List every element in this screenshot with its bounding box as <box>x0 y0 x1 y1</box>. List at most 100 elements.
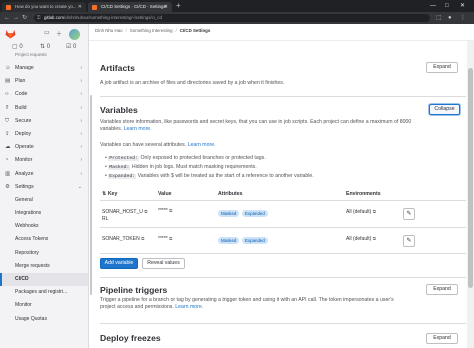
sidebar-subitem-usage-quotas[interactable]: Usage Quotas <box>0 313 88 326</box>
column-header-attributes: Attributes <box>218 191 243 197</box>
url-input[interactable]: ⚿ gitlab.com/dinhnhuhao/something-intere… <box>34 14 430 22</box>
sidebar-subitem-repository[interactable]: Repository <box>0 247 88 260</box>
attribute-text: Variables with $ will be treated as the … <box>137 173 314 179</box>
users-icon: ☺ <box>5 65 11 71</box>
merge-requests-icon[interactable]: ⇅ 0 <box>40 43 50 50</box>
variables-title: Variables <box>100 105 138 115</box>
sidebar-subitem-packages[interactable]: Packages and registri... <box>0 286 88 299</box>
variables-collapse-button[interactable]: Collapse <box>429 104 460 115</box>
sidebar-item-partial[interactable]: Project requests <box>15 52 47 57</box>
chevron-right-icon: › <box>80 144 82 151</box>
sidebar-subitem-access-tokens[interactable]: Access Tokens <box>0 233 88 246</box>
gitlab-logo-icon[interactable] <box>5 29 16 39</box>
sidebar-item-build[interactable]: ⇑ Build › <box>0 102 88 115</box>
sidebar-item-label: Code <box>15 91 28 98</box>
breadcrumb-item[interactable]: Dinh Nhu Hao <box>95 28 123 33</box>
minimize-icon[interactable]: — <box>430 0 436 12</box>
chevron-right-icon: › <box>80 104 82 111</box>
sidebar-toggle-icon[interactable]: ▭ <box>44 29 50 36</box>
add-variable-button[interactable]: Add variable <box>100 258 138 269</box>
learn-more-link[interactable]: Learn more. <box>124 126 152 132</box>
sidebar-subitem-integrations[interactable]: Integrations <box>0 207 88 220</box>
list-item: • Masked: Hidden in job logs. Must match… <box>105 164 257 170</box>
masked-badge: Masked <box>218 237 240 244</box>
copy-icon[interactable]: ⧉ <box>169 236 172 241</box>
sidebar-item-secure[interactable]: ⛉ Secure › <box>0 115 88 128</box>
sidebar-item-operate[interactable]: ☁ Operate › <box>0 141 88 154</box>
menu-icon[interactable]: ⋮ <box>460 12 466 24</box>
list-item: • Expanded: Variables with $ will be tre… <box>105 173 314 179</box>
sidebar-subitem-general[interactable]: General <box>0 194 88 207</box>
sidebar-item-label: Monitor <box>15 157 33 164</box>
edit-variable-button[interactable]: ✎ <box>403 208 415 220</box>
browser-tab-bar: How do you want to create yo... ✕ CI/CD … <box>0 0 474 12</box>
sidebar-item-deploy[interactable]: ⇪ Deploy › <box>0 128 88 141</box>
chevron-right-icon: › <box>80 170 82 177</box>
avatar[interactable] <box>69 29 80 40</box>
extensions-icon[interactable]: ⬚ <box>436 12 442 24</box>
copy-icon[interactable]: ⧉ <box>141 236 144 241</box>
browser-tab[interactable]: How do you want to create yo... ✕ <box>2 2 86 12</box>
attribute-code: Masked: <box>108 165 131 170</box>
sidebar-subitem-merge-requests[interactable]: Merge requests <box>0 260 88 273</box>
new-tab-button[interactable]: + <box>176 1 181 10</box>
column-header-key: ⇅ Key <box>102 191 117 197</box>
profile-icon[interactable]: ● <box>448 12 452 24</box>
maximize-icon[interactable]: □ <box>445 0 449 12</box>
copy-icon[interactable]: ⧉ <box>169 208 172 213</box>
breadcrumb-current[interactable]: CI/CD Settings <box>180 28 211 33</box>
section-divider <box>100 96 466 97</box>
sidebar-item-code[interactable]: ‹› Code › <box>0 88 88 101</box>
sidebar-subitem-monitor[interactable]: Monitor <box>0 299 88 312</box>
chevron-right-icon: › <box>80 157 82 164</box>
gitlab-favicon-icon <box>92 4 97 10</box>
artifacts-expand-button[interactable]: Expand <box>426 62 458 73</box>
environment-value: All (default) ⧉ <box>346 236 376 242</box>
page-scrollbar-thumb[interactable] <box>468 68 473 288</box>
sidebar-item-plan[interactable]: ▤ Plan › <box>0 75 88 88</box>
copy-icon[interactable]: ⧉ <box>373 209 376 214</box>
sidebar-item-manage[interactable]: ☺ Manage › <box>0 62 88 75</box>
sidebar-item-monitor[interactable]: ◔ Monitor › <box>0 154 88 167</box>
sidebar-nav: ☺ Manage › ▤ Plan › ‹› Code › ⇑ Build › ⛉ Secure ›… <box>0 62 88 326</box>
cloud-icon: ☁ <box>5 144 11 151</box>
variables-description: Variables store information, like passwo… <box>100 119 430 134</box>
attribute-text: Hidden in job logs. Must match masking r… <box>131 164 257 170</box>
sidebar-subitem-webhooks[interactable]: Webhooks <box>0 220 88 233</box>
breadcrumb-item[interactable]: Something Interesting <box>130 28 173 33</box>
column-header-value: Value <box>158 191 172 197</box>
issues-icon[interactable]: ▢ 0 <box>12 43 23 50</box>
section-divider <box>100 277 466 278</box>
sidebar-item-settings[interactable]: ⚙ Settings ⌄ <box>0 181 88 194</box>
plus-icon[interactable]: ＋ <box>56 29 62 38</box>
back-icon[interactable]: ← <box>4 12 10 24</box>
edit-variable-button[interactable]: ✎ <box>403 235 415 247</box>
forward-icon[interactable]: → <box>13 12 19 24</box>
reveal-values-button[interactable]: Reveal values <box>142 258 185 269</box>
todo-icon[interactable]: ☑ 0 <box>66 43 76 50</box>
sidebar-item-analyze[interactable]: ▥ Analyze › <box>0 168 88 181</box>
sort-icon[interactable]: ⇅ <box>102 191 106 197</box>
close-icon[interactable]: ✕ <box>164 2 168 12</box>
chevron-right-icon: › <box>80 130 82 137</box>
close-window-icon[interactable]: ✕ <box>460 0 465 12</box>
copy-icon[interactable]: ⧉ <box>144 209 147 214</box>
sidebar-subitem-cicd[interactable]: CI/CD <box>0 273 88 287</box>
rocket-icon: ⇑ <box>5 104 10 111</box>
gear-icon: ⚙ <box>5 183 10 190</box>
environment-label: All (default) <box>346 209 372 215</box>
reload-icon[interactable]: ↻ <box>22 12 27 24</box>
pencil-icon: ✎ <box>406 211 412 217</box>
chevron-right-icon: › <box>80 65 82 71</box>
close-icon[interactable]: ✕ <box>78 2 82 12</box>
browser-tab-active[interactable]: CI/CD Settings · CI/CD · Settings ✕ <box>88 2 172 12</box>
deploy-freezes-expand-button[interactable]: Expand <box>426 333 458 344</box>
sidebar-item-label: Analyze <box>15 170 34 177</box>
copy-icon[interactable]: ⧉ <box>373 236 376 241</box>
expanded-badge: Expanded <box>242 210 268 217</box>
learn-more-link[interactable]: Learn more. <box>175 304 203 310</box>
url-path: /dinhnhuhao/something-interesting/-/sett… <box>64 15 162 20</box>
variable-value: ***** ⧉ <box>158 236 172 242</box>
pipeline-triggers-expand-button[interactable]: Expand <box>426 284 458 295</box>
learn-more-link[interactable]: Learn more. <box>188 142 216 148</box>
